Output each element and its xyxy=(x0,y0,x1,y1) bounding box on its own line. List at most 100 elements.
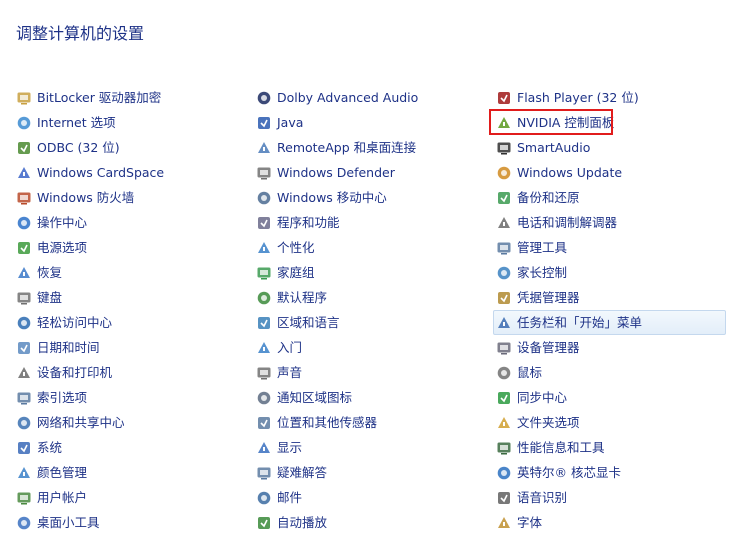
control-panel-item-label: SmartAudio xyxy=(517,140,591,155)
power-options-icon xyxy=(16,240,32,256)
control-panel-item-label: 默认程序 xyxy=(277,290,328,305)
control-panel-item-credential-manager[interactable]: 凭据管理器 xyxy=(496,285,726,310)
control-panel-item-label: 性能信息和工具 xyxy=(517,440,605,455)
control-panel-item-java[interactable]: Java xyxy=(256,110,418,135)
control-panel-item-devices-printers[interactable]: 设备和打印机 xyxy=(16,360,164,385)
desktop-gadgets-icon xyxy=(16,515,32,531)
control-panel-item-date-time[interactable]: 日期和时间 xyxy=(16,335,164,360)
nvidia-icon xyxy=(496,115,512,131)
control-panel-item-sync-center[interactable]: 同步中心 xyxy=(496,385,726,410)
control-panel-item-indexing-options[interactable]: 索引选项 xyxy=(16,385,164,410)
control-panel-item-homegroup[interactable]: 家庭组 xyxy=(256,260,418,285)
control-panel-item-sound[interactable]: 声音 xyxy=(256,360,418,385)
intel-graphics-icon xyxy=(496,465,512,481)
devices-printers-icon xyxy=(16,365,32,381)
backup-restore-icon xyxy=(496,190,512,206)
control-panel-item-label: 网络和共享中心 xyxy=(37,415,125,430)
control-panel-item-label: Internet 选项 xyxy=(37,115,116,130)
windows-update-icon xyxy=(496,165,512,181)
control-panel-item-label: 程序和功能 xyxy=(277,215,340,230)
control-panel-item-recovery[interactable]: 恢复 xyxy=(16,260,164,285)
control-panel-item-default-programs[interactable]: 默认程序 xyxy=(256,285,418,310)
control-panel-column-2: Dolby Advanced Audio Java RemoteApp 和桌面连接 W… xyxy=(256,85,418,535)
control-panel-item-admin-tools[interactable]: 管理工具 xyxy=(496,235,726,260)
control-panel-item-speech-recognition[interactable]: 语音识别 xyxy=(496,485,726,510)
control-panel-item-mail[interactable]: 邮件 xyxy=(256,485,418,510)
control-panel-item-user-accounts[interactable]: 用户帐户 xyxy=(16,485,164,510)
control-panel-item-label: Windows Update xyxy=(517,165,623,180)
control-panel-item-label: 备份和还原 xyxy=(517,190,580,205)
control-panel-item-label: 区域和语言 xyxy=(277,315,340,330)
control-panel-item-label: 任务栏和「开始」菜单 xyxy=(517,315,643,330)
control-panel-item-backup-restore[interactable]: 备份和还原 xyxy=(496,185,726,210)
control-panel-item-phone-modem[interactable]: 电话和调制解调器 xyxy=(496,210,726,235)
control-panel-item-action-center-flag[interactable]: 操作中心 xyxy=(16,210,164,235)
bitlocker-icon xyxy=(16,90,32,106)
control-panel-item-label: 索引选项 xyxy=(37,390,88,405)
control-panel-item-notification-icons[interactable]: 通知区域图标 xyxy=(256,385,418,410)
control-panel-item-location-sensors[interactable]: 位置和其他传感器 xyxy=(256,410,418,435)
control-panel-item-performance[interactable]: 性能信息和工具 xyxy=(496,435,726,460)
control-panel-item-odbc[interactable]: ODBC (32 位) xyxy=(16,135,164,160)
keyboard-icon xyxy=(16,290,32,306)
control-panel-item-programs-features[interactable]: 程序和功能 xyxy=(256,210,418,235)
control-panel-item-label: 设备管理器 xyxy=(517,340,580,355)
control-panel-item-dolby[interactable]: Dolby Advanced Audio xyxy=(256,85,418,110)
control-panel-item-mouse[interactable]: 鼠标 xyxy=(496,360,726,385)
control-panel-item-display[interactable]: 显示 xyxy=(256,435,418,460)
control-panel-item-label: Java xyxy=(277,115,304,130)
control-panel-item-taskbar-start[interactable]: 任务栏和「开始」菜单 xyxy=(493,310,726,335)
control-panel-item-ease-of-access[interactable]: 轻松访问中心 xyxy=(16,310,164,335)
mouse-icon xyxy=(496,365,512,381)
control-panel-item-label: 管理工具 xyxy=(517,240,568,255)
admin-tools-icon xyxy=(496,240,512,256)
getting-started-icon xyxy=(256,340,272,356)
control-panel-item-folder-options[interactable]: 文件夹选项 xyxy=(496,410,726,435)
personalization-icon xyxy=(256,240,272,256)
control-panel-item-label: 设备和打印机 xyxy=(37,365,113,380)
control-panel-item-region-language[interactable]: 区域和语言 xyxy=(256,310,418,335)
display-icon xyxy=(256,440,272,456)
control-panel-item-keyboard[interactable]: 键盘 xyxy=(16,285,164,310)
control-panel-item-bitlocker[interactable]: BitLocker 驱动器加密 xyxy=(16,85,164,110)
control-panel-item-network-sharing[interactable]: 网络和共享中心 xyxy=(16,410,164,435)
control-panel-item-label: 操作中心 xyxy=(37,215,88,230)
control-panel-item-autoplay[interactable]: 自动播放 xyxy=(256,510,418,535)
control-panel-item-label: Flash Player (32 位) xyxy=(517,90,639,105)
control-panel-item-label: ODBC (32 位) xyxy=(37,140,120,155)
control-panel-item-device-manager[interactable]: 设备管理器 xyxy=(496,335,726,360)
control-panel-item-label: Windows 防火墙 xyxy=(37,190,135,205)
control-panel-item-label: 日期和时间 xyxy=(37,340,100,355)
control-panel-item-remoteapp[interactable]: RemoteApp 和桌面连接 xyxy=(256,135,418,160)
control-panel-item-firewall[interactable]: Windows 防火墙 xyxy=(16,185,164,210)
control-panel-item-color-management[interactable]: 颜色管理 xyxy=(16,460,164,485)
control-panel-item-label: 颜色管理 xyxy=(37,465,88,480)
control-panel-item-power-options[interactable]: 电源选项 xyxy=(16,235,164,260)
control-panel-item-label: 恢复 xyxy=(37,265,63,280)
control-panel-item-fonts[interactable]: 字体 xyxy=(496,510,726,535)
folder-options-icon xyxy=(496,415,512,431)
control-panel-item-windows-update[interactable]: Windows Update xyxy=(496,160,726,185)
control-panel-item-label: 同步中心 xyxy=(517,390,568,405)
control-panel-item-defender[interactable]: Windows Defender xyxy=(256,160,418,185)
control-panel-item-nvidia[interactable]: NVIDIA 控制面板 xyxy=(496,110,726,135)
control-panel-item-label: 语音识别 xyxy=(517,490,568,505)
control-panel-item-intel-graphics[interactable]: 英特尔® 核芯显卡 xyxy=(496,460,726,485)
control-panel-column-1: BitLocker 驱动器加密 Internet 选项 ODBC (32 位) Win… xyxy=(16,85,164,535)
control-panel-item-internet-options[interactable]: Internet 选项 xyxy=(16,110,164,135)
performance-icon xyxy=(496,440,512,456)
control-panel-item-flash-player[interactable]: Flash Player (32 位) xyxy=(496,85,726,110)
homegroup-icon xyxy=(256,265,272,281)
control-panel-item-troubleshooting[interactable]: 疑难解答 xyxy=(256,460,418,485)
control-panel-item-parental-controls[interactable]: 家长控制 xyxy=(496,260,726,285)
control-panel-item-personalization[interactable]: 个性化 xyxy=(256,235,418,260)
control-panel-item-getting-started[interactable]: 入门 xyxy=(256,335,418,360)
control-panel-item-cardspace[interactable]: Windows CardSpace xyxy=(16,160,164,185)
ease-of-access-icon xyxy=(16,315,32,331)
control-panel-item-system[interactable]: 系统 xyxy=(16,435,164,460)
control-panel-item-desktop-gadgets[interactable]: 桌面小工具 xyxy=(16,510,164,535)
control-panel-item-smartaudio[interactable]: SmartAudio xyxy=(496,135,726,160)
color-management-icon xyxy=(16,465,32,481)
control-panel-item-mobility-center[interactable]: Windows 移动中心 xyxy=(256,185,418,210)
control-panel-item-label: 凭据管理器 xyxy=(517,290,580,305)
